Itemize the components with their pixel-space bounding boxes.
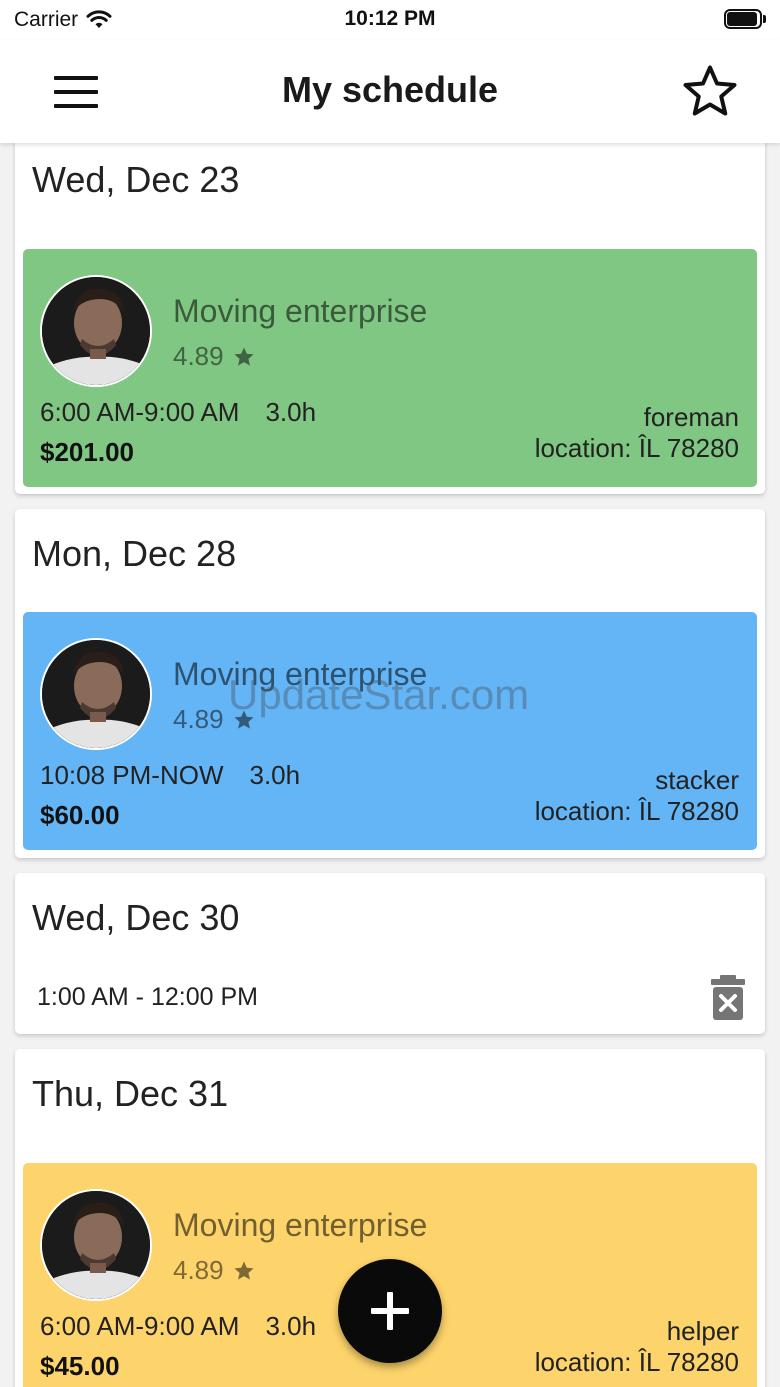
avatar: [40, 275, 152, 387]
add-button[interactable]: [338, 1259, 442, 1363]
rating-value: 4.89: [173, 341, 224, 371]
company-name: Moving enterprise: [173, 656, 428, 692]
star-filled-icon: [234, 1261, 254, 1280]
rating-value: 4.89: [173, 1255, 224, 1285]
availability-time: 1:00 AM - 12:00 PM: [37, 983, 258, 1011]
rating-value: 4.89: [173, 704, 224, 734]
rating: 4.89: [173, 704, 256, 735]
shift-duration: 3.0h: [265, 1311, 317, 1341]
favorites-button[interactable]: [680, 62, 740, 122]
shift-time: 6:00 AM-9:00 AM 3.0h: [40, 1311, 316, 1342]
job-location: location: ÎL 78280: [534, 796, 739, 826]
company-name: Moving enterprise: [173, 1207, 428, 1243]
job-card[interactable]: Moving enterprise 4.89 6:00 AM-9:00 AM 3.…: [23, 249, 757, 487]
shift-price: $60.00: [40, 800, 120, 830]
app-bar: My schedule: [0, 40, 780, 143]
shift-time: 6:00 AM-9:00 AM 3.0h: [40, 397, 316, 428]
battery-icon: [724, 9, 766, 29]
shift-time: 10:08 PM-NOW 3.0h: [40, 760, 300, 791]
day-date: Wed, Dec 23: [32, 159, 240, 200]
job-role: stacker: [655, 765, 739, 795]
company-name: Moving enterprise: [173, 293, 428, 329]
rating: 4.89: [173, 1255, 256, 1286]
delete-availability-button[interactable]: [709, 975, 747, 1021]
time-range: 10:08 PM-NOW: [40, 760, 224, 790]
job-location: location: ÎL 78280: [534, 433, 739, 463]
avatar: [40, 1189, 152, 1301]
time-range: 6:00 AM-9:00 AM: [40, 1311, 240, 1341]
day-card: Wed, Dec 23 Moving enterprise 4.89 6:00 …: [15, 143, 765, 494]
time-range: 6:00 AM-9:00 AM: [40, 397, 240, 427]
trash-icon: [711, 975, 745, 1020]
avatar: [40, 638, 152, 750]
status-time: 10:12 PM: [344, 7, 436, 30]
day-card: Wed, Dec 30 1:00 AM - 12:00 PM: [15, 873, 765, 1034]
rating: 4.89: [173, 341, 256, 372]
job-role: foreman: [643, 402, 739, 432]
shift-duration: 3.0h: [265, 397, 317, 427]
day-date: Wed, Dec 30: [32, 897, 240, 938]
shift-price: $201.00: [40, 437, 134, 467]
star-filled-icon: [234, 710, 254, 729]
star-filled-icon: [234, 347, 254, 366]
job-card[interactable]: Moving enterprise 4.89 10:08 PM-NOW 3.0h …: [23, 612, 757, 850]
schedule-list[interactable]: Wed, Dec 23 Moving enterprise 4.89 6:00 …: [0, 143, 780, 1387]
job-role: helper: [666, 1316, 739, 1346]
status-bar: Carrier 10:12 PM: [0, 0, 780, 40]
day-date: Thu, Dec 31: [32, 1073, 229, 1114]
shift-price: $45.00: [40, 1351, 120, 1381]
job-location: location: ÎL 78280: [534, 1347, 739, 1377]
page-title: My schedule: [281, 69, 499, 110]
day-card: Mon, Dec 28 Moving enterprise 4.89 10:08…: [15, 509, 765, 858]
day-date: Mon, Dec 28: [32, 533, 237, 574]
shift-duration: 3.0h: [249, 760, 301, 790]
star-icon: [683, 65, 737, 116]
